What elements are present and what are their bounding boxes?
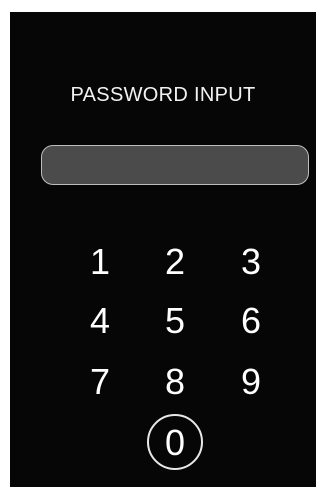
key-1[interactable]: 1 — [78, 240, 122, 284]
key-2[interactable]: 2 — [153, 240, 197, 284]
password-screen: PASSWORD INPUT 1 2 3 4 5 6 7 8 9 0 — [10, 12, 316, 487]
key-0[interactable]: 0 — [147, 414, 203, 470]
key-3[interactable]: 3 — [229, 240, 273, 284]
key-9[interactable]: 9 — [229, 360, 273, 404]
key-7[interactable]: 7 — [78, 360, 122, 404]
key-4[interactable]: 4 — [78, 299, 122, 343]
password-field[interactable] — [41, 145, 309, 185]
key-8[interactable]: 8 — [153, 360, 197, 404]
key-5[interactable]: 5 — [153, 299, 197, 343]
key-6[interactable]: 6 — [229, 299, 273, 343]
page-title: PASSWORD INPUT — [70, 84, 256, 106]
